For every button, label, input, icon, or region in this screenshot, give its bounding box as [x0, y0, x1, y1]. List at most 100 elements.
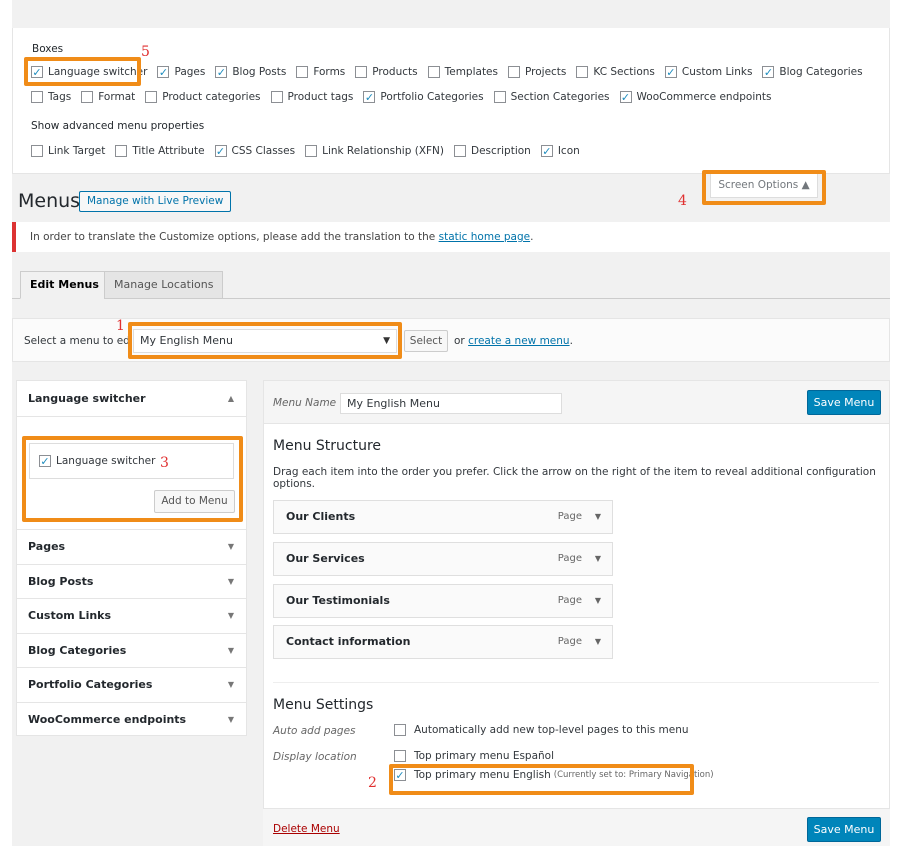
checkbox-unchecked[interactable] [454, 145, 467, 157]
checkbox-unchecked[interactable] [115, 145, 128, 157]
screen-option-product-categories[interactable]: Product categories [145, 91, 261, 103]
screen-option-product-tags[interactable]: Product tags [270, 91, 353, 103]
screen-option-custom-links[interactable]: ✓ Custom Links [664, 66, 752, 78]
notice-end: . [530, 231, 534, 243]
menu-item-title: Contact information [286, 635, 411, 649]
screen-option-pages[interactable]: ✓ Pages [157, 66, 205, 78]
checkbox-unchecked[interactable] [508, 66, 520, 78]
menu-item-title: Our Clients [286, 510, 356, 523]
menu-item[interactable]: Our Testimonials Page ▼ [273, 583, 613, 618]
accordion-custom-links[interactable]: Custom Links ▼ [17, 598, 246, 632]
boxes-row-1: ✓ Language switcher ✓ Pages ✓ Blog Posts Forms… [31, 66, 873, 78]
location-en-option[interactable]: ✓ Top primary menu English (Currently se… [394, 769, 714, 781]
menu-item[interactable]: Our Services Page ▼ [273, 541, 613, 576]
screen-option-kc-sections[interactable]: KC Sections [576, 66, 655, 78]
checkbox-unchecked[interactable] [576, 66, 589, 78]
checkbox-checked[interactable]: ✓ [31, 66, 43, 78]
checkbox-label: Products [372, 66, 418, 78]
accordion-portfolio-categories[interactable]: Portfolio Categories ▼ [17, 667, 246, 701]
screen-option-templates[interactable]: Templates [427, 66, 498, 78]
screen-option-blog-posts[interactable]: ✓ Blog Posts [215, 66, 286, 78]
checkbox-label: WooCommerce endpoints [636, 91, 772, 103]
checkbox-label: Forms [313, 66, 346, 78]
create-menu-link[interactable]: create a new menu [468, 335, 569, 347]
language-switcher-item[interactable]: ✓ Language switcher [39, 455, 155, 467]
accordion-label: Custom Links [28, 609, 112, 623]
accordion-language-switcher[interactable]: Language switcher ▲ [17, 381, 246, 417]
static-home-page-link[interactable]: static home page [439, 231, 531, 243]
checkbox-unchecked[interactable] [427, 66, 440, 78]
checkbox-checked[interactable]: ✓ [39, 455, 51, 467]
checkbox-unchecked[interactable] [31, 91, 43, 103]
tab-manage-locations[interactable]: Manage Locations [104, 271, 224, 299]
checkbox-unchecked[interactable] [270, 91, 283, 103]
menu-item[interactable]: Our Clients Page ▼ [273, 500, 613, 534]
checkbox-label: KC Sections [593, 66, 655, 78]
screen-option-icon[interactable]: ✓ Icon [540, 145, 580, 157]
checkbox-unchecked[interactable] [493, 91, 506, 103]
screen-option-description[interactable]: Description [454, 145, 531, 157]
checkbox-checked[interactable]: ✓ [363, 91, 376, 103]
menu-select-dropdown[interactable]: My English Menu ▼ [133, 329, 397, 353]
screen-option-woocommerce-endpoints[interactable]: ✓ WooCommerce endpoints [619, 91, 772, 103]
screen-option-format[interactable]: Format [81, 91, 135, 103]
chevron-down-icon[interactable]: ▼ [595, 626, 601, 658]
chevron-down-icon: ▼ [227, 611, 234, 621]
accordion-blog-categories[interactable]: Blog Categories ▼ [17, 632, 246, 667]
annotation-number-4: 4 [678, 193, 687, 209]
live-preview-button[interactable]: Manage with Live Preview [79, 191, 232, 212]
checkbox-checked[interactable]: ✓ [619, 91, 632, 103]
screen-option-section-categories[interactable]: Section Categories [493, 91, 610, 103]
screen-option-products[interactable]: Products [355, 66, 418, 78]
chevron-down-icon[interactable]: ▼ [595, 543, 601, 575]
menu-item[interactable]: Contact information Page ▼ [273, 625, 613, 660]
accordion-woocommerce-endpoints[interactable]: WooCommerce endpoints ▼ [17, 702, 246, 736]
save-menu-button-bottom[interactable]: Save Menu [807, 817, 881, 842]
annotation-number-3: 3 [160, 455, 169, 471]
select-button[interactable]: Select [404, 330, 448, 352]
screen-option-projects[interactable]: Projects [508, 66, 566, 78]
chevron-down-icon[interactable]: ▼ [595, 501, 601, 533]
checkbox-checked[interactable]: ✓ [540, 145, 553, 157]
menu-name-input[interactable]: My English Menu [340, 393, 562, 414]
screen-option-link-target[interactable]: Link Target [31, 145, 105, 157]
chevron-down-icon[interactable]: ▼ [595, 585, 601, 617]
accordion-pages[interactable]: Pages ▼ [17, 529, 246, 563]
screen-option-blog-categories[interactable]: ✓ Blog Categories [762, 66, 863, 78]
screen-option-link-relationship-xfn[interactable]: Link Relationship (XFN) [305, 145, 444, 157]
checkbox-unchecked[interactable] [355, 66, 368, 78]
checkbox-unchecked[interactable] [296, 66, 309, 78]
screen-option-portfolio-categories[interactable]: ✓ Portfolio Categories [363, 91, 484, 103]
checkbox-unchecked[interactable] [81, 91, 94, 103]
checkbox-unchecked[interactable] [305, 145, 318, 157]
location-en-text: Top primary menu English [414, 769, 551, 781]
screen-option-css-classes[interactable]: ✓ CSS Classes [214, 145, 295, 157]
auto-add-option[interactable]: Automatically add new top-level pages to… [394, 724, 689, 736]
screen-option-language-switcher[interactable]: ✓ Language switcher [31, 66, 147, 78]
tab-edit-menus[interactable]: Edit Menus [20, 271, 109, 299]
accordion-label: WooCommerce endpoints [28, 713, 187, 726]
screen-option-forms[interactable]: Forms [296, 66, 345, 78]
menu-footer [263, 808, 890, 846]
delete-menu-link[interactable]: Delete Menu [273, 823, 340, 835]
boxes-title: Boxes [32, 43, 64, 55]
save-menu-button-top[interactable]: Save Menu [807, 390, 881, 415]
checkbox-unchecked[interactable] [31, 145, 43, 157]
checkbox-checked[interactable]: ✓ [215, 66, 228, 78]
location-es-option[interactable]: Top primary menu Español [394, 750, 554, 762]
checkbox-checked[interactable]: ✓ [394, 769, 406, 781]
accordion-blog-posts[interactable]: Blog Posts ▼ [17, 563, 246, 598]
menu-name-label: Menu Name [273, 397, 337, 409]
screen-option-title-attribute[interactable]: Title Attribute [115, 145, 205, 157]
add-to-menu-button[interactable]: Add to Menu [154, 490, 235, 513]
checkbox-checked[interactable]: ✓ [214, 145, 227, 157]
checkbox-checked[interactable]: ✓ [664, 66, 677, 78]
screen-option-tags[interactable]: Tags [31, 91, 71, 103]
checkbox-unchecked[interactable] [145, 91, 158, 103]
screen-options-toggle[interactable]: Screen Options ▲ [710, 174, 818, 198]
checkbox-checked[interactable]: ✓ [762, 66, 775, 78]
checkbox-label: Projects [525, 66, 567, 78]
checkbox-unchecked[interactable] [394, 724, 406, 736]
checkbox-checked[interactable]: ✓ [157, 66, 170, 78]
checkbox-unchecked[interactable] [394, 750, 406, 762]
